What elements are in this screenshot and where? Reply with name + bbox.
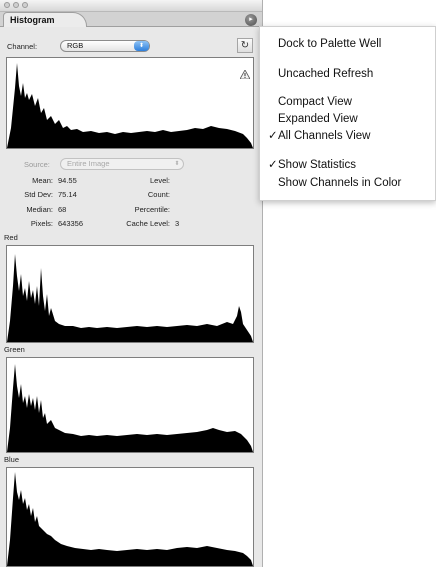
stat-percentile-label: Percentile: — [134, 205, 170, 214]
stat-mean-label: Mean: — [32, 176, 53, 185]
close-dot-icon[interactable] — [4, 2, 10, 8]
zoom-dot-icon[interactable] — [22, 2, 28, 8]
channel-blue-label: Blue — [4, 455, 20, 464]
channel-select-arrow-icon[interactable]: ⬍ — [134, 41, 149, 51]
menu-item-label: All Channels View — [278, 130, 371, 142]
palette-titlebar — [0, 0, 262, 12]
histogram-red — [6, 245, 254, 343]
menu-item-label: Compact View — [278, 96, 352, 108]
menu-item-label: Dock to Palette Well — [278, 38, 382, 50]
stat-mean-value: 94.55 — [58, 176, 77, 185]
stat-pixels-label: Pixels: — [30, 219, 53, 228]
checkmark-icon: ✓ — [268, 159, 278, 171]
menu-item-label: Show Channels in Color — [278, 177, 402, 189]
palette-flyout-menu: Dock to Palette Well Uncached Refresh Co… — [259, 26, 436, 201]
channel-green-label: Green — [4, 345, 25, 354]
stat-count-label: Count: — [147, 190, 170, 199]
histogram-blue — [6, 467, 254, 567]
stat-level-label: Level: — [149, 176, 170, 185]
histogram-green-graph — [7, 364, 253, 452]
channel-red-label: Red — [4, 233, 18, 242]
channel-label: Channel: — [7, 42, 38, 51]
histogram-blue-graph — [7, 472, 253, 566]
histogram-composite-graph — [7, 63, 253, 148]
menu-item-label: Uncached Refresh — [278, 68, 374, 80]
stat-median-label: Median: — [26, 205, 53, 214]
histogram-red-graph — [7, 254, 253, 342]
source-select-arrow-icon: ⬍ — [174, 161, 180, 167]
menu-item-label: Expanded View — [278, 113, 358, 125]
histogram-green — [6, 357, 254, 453]
stat-pixels-value: 643356 — [58, 219, 84, 228]
stat-std-label: Std Dev: — [24, 190, 53, 199]
tab-histogram[interactable]: Histogram — [3, 12, 87, 27]
refresh-button[interactable]: ↻ — [237, 38, 253, 53]
stat-cache-level-value: 3 — [175, 219, 180, 228]
minimize-dot-icon[interactable] — [13, 2, 19, 8]
menu-item-label: Show Statistics — [278, 159, 356, 171]
stat-std-value: 75.14 — [58, 190, 77, 199]
warning-icon[interactable] — [240, 70, 250, 79]
histogram-composite — [6, 57, 254, 149]
source-label: Source: — [24, 160, 50, 169]
checkmark-icon: ✓ — [268, 130, 278, 142]
palette-menu-button[interactable]: ▸ — [245, 14, 257, 26]
histogram-palette: Histogram ▸ Channel: RGB ⬍ ↻ Source: Ent… — [0, 0, 263, 567]
stat-median-value: 68 — [58, 205, 67, 214]
stat-cache-level-label: Cache Level: — [126, 219, 170, 228]
source-select[interactable]: Entire Image — [60, 158, 184, 170]
